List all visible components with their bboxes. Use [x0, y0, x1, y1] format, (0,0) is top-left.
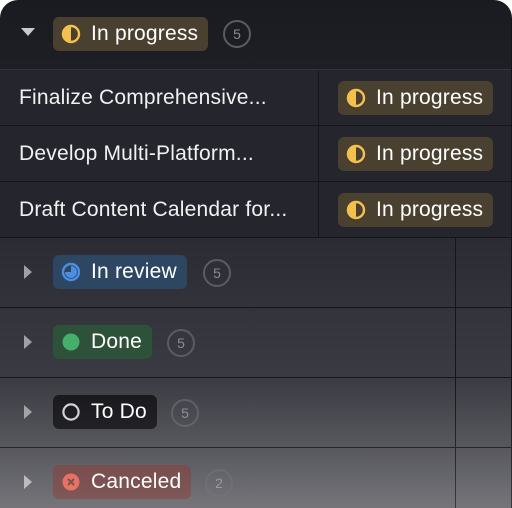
count-badge: 5 [171, 399, 199, 427]
task-board: In progress 5 Finalize Comprehensive... … [0, 0, 512, 508]
status-label: In progress [376, 142, 484, 165]
column-divider [318, 70, 319, 125]
half-circle-icon [346, 144, 366, 164]
progress-circle-icon [61, 262, 81, 282]
chevron-right-icon[interactable] [20, 474, 36, 490]
group-header-to-do[interactable]: To Do 5 [0, 378, 512, 448]
column-divider [318, 126, 319, 181]
chevron-right-icon[interactable] [20, 404, 36, 420]
half-circle-icon [61, 24, 81, 44]
count-badge: 5 [203, 259, 231, 287]
status-pill[interactable]: In progress [338, 81, 494, 115]
task-title[interactable]: Develop Multi-Platform... [19, 126, 309, 182]
group-label: Done [91, 330, 143, 353]
status-label: In progress [376, 86, 484, 109]
group-label: Canceled [91, 470, 182, 493]
status-pill-to-do[interactable]: To Do [53, 395, 157, 429]
empty-circle-icon [61, 402, 81, 422]
status-pill-canceled[interactable]: Canceled [53, 465, 192, 499]
count-badge: 2 [205, 469, 233, 497]
group-header-in-review[interactable]: In review 5 [0, 238, 512, 308]
task-title[interactable]: Finalize Comprehensive... [19, 70, 309, 126]
half-circle-icon [346, 200, 366, 220]
status-pill-done[interactable]: Done [53, 325, 153, 359]
table-row[interactable]: Draft Content Calendar for... In progres… [0, 182, 512, 238]
count-badge: 5 [167, 329, 195, 357]
half-circle-icon [346, 88, 366, 108]
check-circle-icon [61, 332, 81, 352]
status-pill-in-progress[interactable]: In progress [53, 17, 209, 51]
chevron-right-icon[interactable] [20, 264, 36, 280]
group-header-done[interactable]: Done 5 [0, 308, 512, 378]
status-label: In progress [376, 198, 484, 221]
count-badge: 5 [223, 20, 251, 48]
column-divider [318, 182, 319, 237]
group-label: In progress [91, 22, 199, 45]
x-circle-icon [61, 472, 81, 492]
group-header-in-progress[interactable]: In progress 5 [0, 0, 512, 70]
group-header-canceled[interactable]: Canceled 2 [0, 448, 512, 508]
task-title[interactable]: Draft Content Calendar for... [19, 182, 309, 238]
status-pill[interactable]: In progress [338, 137, 494, 171]
group-label: To Do [91, 400, 147, 423]
table-row[interactable]: Finalize Comprehensive... In progress [0, 70, 512, 126]
table-row[interactable]: Develop Multi-Platform... In progress [0, 126, 512, 182]
chevron-down-icon[interactable] [20, 24, 36, 40]
chevron-right-icon[interactable] [20, 334, 36, 350]
group-label: In review [91, 260, 177, 283]
status-pill-in-review[interactable]: In review [53, 255, 187, 289]
status-pill[interactable]: In progress [338, 193, 494, 227]
